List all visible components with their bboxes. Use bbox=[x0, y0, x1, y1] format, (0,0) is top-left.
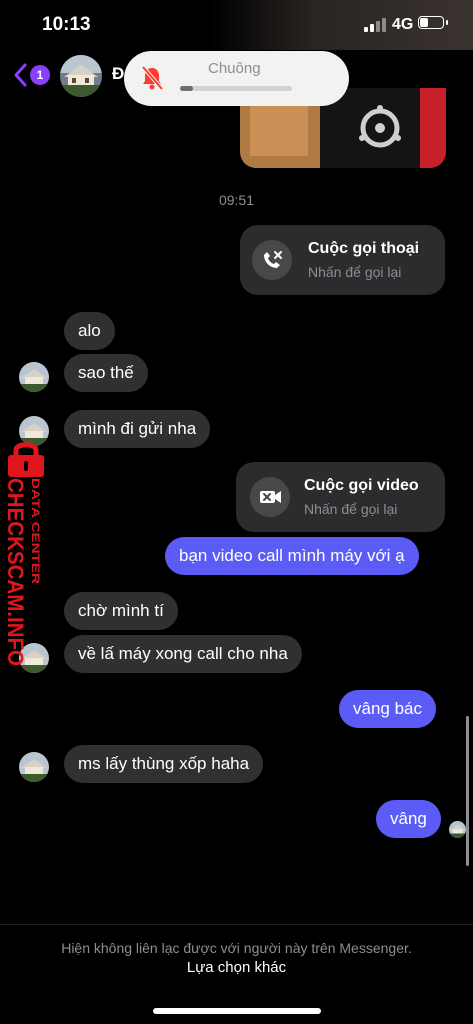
phone-missed-icon bbox=[252, 240, 292, 280]
voice-call-bubble[interactable]: Cuộc gọi thoại Nhấn để gọi lại bbox=[240, 225, 445, 295]
unread-badge[interactable]: 1 bbox=[30, 65, 50, 85]
video-call-title: Cuộc gọi video bbox=[304, 477, 419, 494]
sender-avatar[interactable] bbox=[19, 362, 49, 392]
ringer-label: Chuông bbox=[208, 60, 261, 77]
signal-icon bbox=[364, 18, 386, 32]
watermark-main: CHECKSCAM.INFO bbox=[3, 478, 28, 666]
contact-name[interactable]: Đ bbox=[112, 64, 124, 84]
unavailable-notice: Hiện không liên lạc được với người này t… bbox=[61, 940, 412, 956]
contact-avatar[interactable] bbox=[60, 55, 102, 97]
voice-call-subtitle: Nhấn để gọi lại bbox=[308, 264, 402, 280]
outgoing-message[interactable]: vâng bác bbox=[339, 690, 436, 728]
outgoing-message[interactable]: vâng bbox=[376, 800, 441, 838]
incoming-message[interactable]: về lấ máy xong call cho nha bbox=[64, 635, 302, 673]
incoming-message[interactable]: sao thế bbox=[64, 354, 148, 392]
incoming-message[interactable]: mình đi gửi nha bbox=[64, 410, 211, 448]
battery-icon bbox=[418, 16, 444, 29]
status-bar: 10:13 4G bbox=[0, 0, 473, 50]
ringer-volume-slider[interactable] bbox=[180, 86, 292, 91]
bell-slash-icon bbox=[141, 65, 164, 91]
battery-cap bbox=[446, 20, 448, 25]
time-separator: 09:51 bbox=[218, 192, 255, 208]
svg-text:DATA CENTER: DATA CENTER bbox=[29, 478, 41, 584]
outgoing-message[interactable]: bạn video call mình máy với ạ bbox=[165, 537, 419, 575]
home-indicator[interactable] bbox=[153, 1008, 321, 1014]
ringer-popup: Chuông bbox=[124, 51, 349, 106]
incoming-message[interactable]: ms lấy thùng xốp haha bbox=[64, 745, 264, 783]
status-time: 10:13 bbox=[42, 14, 91, 35]
read-receipt-avatar bbox=[449, 821, 466, 838]
svg-text:CHECKSCAM.INFO: CHECKSCAM.INFO bbox=[3, 478, 28, 666]
voice-call-title: Cuộc gọi thoại bbox=[308, 240, 420, 257]
ringer-volume-fill bbox=[180, 86, 194, 91]
messenger-chat-screen: 10:13 4G 1 Đ Chuông 09:51 Cuộc gọi thoại… bbox=[0, 0, 473, 1024]
footer-divider bbox=[0, 924, 473, 925]
chevron-left-icon[interactable] bbox=[12, 62, 30, 88]
sender-avatar[interactable] bbox=[19, 752, 49, 782]
lock-icon bbox=[8, 442, 44, 477]
other-options-button[interactable]: Lựa chọn khác bbox=[0, 959, 473, 976]
video-call-subtitle: Nhấn để gọi lại bbox=[304, 501, 398, 517]
scrollbar[interactable] bbox=[466, 716, 469, 866]
network-label: 4G bbox=[392, 16, 414, 33]
incoming-message[interactable]: chờ mình tí bbox=[64, 592, 178, 630]
video-call-bubble[interactable]: Cuộc gọi video Nhấn để gọi lại bbox=[236, 462, 445, 532]
watermark-sub: DATA CENTER bbox=[29, 478, 41, 584]
incoming-message[interactable]: alo bbox=[64, 312, 115, 350]
video-missed-icon bbox=[250, 477, 290, 517]
